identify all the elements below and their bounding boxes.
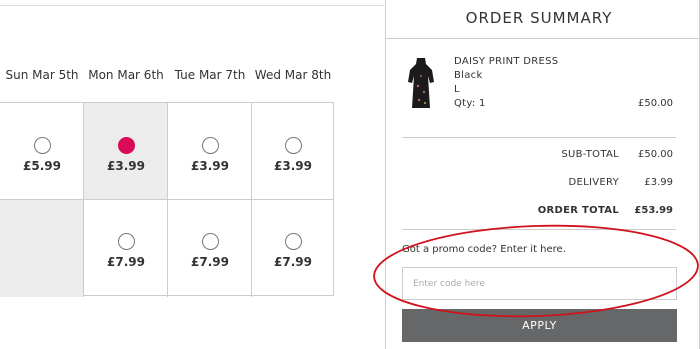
delivery-label: DELIVERY xyxy=(568,177,619,188)
product-name[interactable]: DAISY PRINT DRESS xyxy=(454,56,558,67)
radio-button[interactable] xyxy=(34,137,51,154)
radio-button[interactable] xyxy=(202,233,219,250)
radio-button[interactable] xyxy=(202,137,219,154)
product-quantity: Qty: 1 xyxy=(454,98,486,109)
product-thumbnail-dress[interactable] xyxy=(406,56,436,112)
radio-button[interactable] xyxy=(285,233,302,250)
delivery-slot-sun-2-unavailable xyxy=(0,200,84,297)
order-summary-title: ORDER SUMMARY xyxy=(465,9,613,27)
delivery-slot-sun-1[interactable]: £5.99 xyxy=(0,103,84,200)
delivery-slot-mon-2[interactable]: £7.99 xyxy=(84,200,168,297)
delivery-value: £3.99 xyxy=(644,177,673,188)
delivery-slot-tue-2[interactable]: £7.99 xyxy=(168,200,252,297)
promo-code-label: Got a promo code? Enter it here. xyxy=(402,244,566,255)
delivery-slot-mon-1[interactable]: £3.99 xyxy=(84,103,168,200)
promo-code-input[interactable] xyxy=(402,267,677,300)
top-divider xyxy=(0,5,384,6)
order-total-value: £53.99 xyxy=(634,205,673,216)
slot-price: £7.99 xyxy=(274,255,312,269)
order-total-label: ORDER TOTAL xyxy=(537,205,619,216)
subtotal-value: £50.00 xyxy=(638,149,673,160)
day-header-tue: Tue Mar 7th xyxy=(174,68,246,82)
product-price: £50.00 xyxy=(638,98,673,109)
day-header-sun: Sun Mar 5th xyxy=(5,68,79,82)
slot-price: £5.99 xyxy=(23,159,61,173)
day-header-wed: Wed Mar 8th xyxy=(254,68,332,82)
apply-promo-button[interactable]: APPLY xyxy=(402,309,677,342)
order-summary-panel: ORDER SUMMARY DAISY PRINT DRESS Black L … xyxy=(385,0,700,349)
product-size: L xyxy=(454,84,460,95)
product-color: Black xyxy=(454,70,483,81)
day-header-mon: Mon Mar 6th xyxy=(88,68,164,82)
slot-price: £3.99 xyxy=(274,159,312,173)
slot-price: £3.99 xyxy=(191,159,229,173)
slot-price: £3.99 xyxy=(107,159,145,173)
items-divider xyxy=(402,137,676,138)
delivery-slot-grid: £5.99 £3.99 £3.99 £3.99 £7.99 £7.99 £7.9… xyxy=(0,102,334,297)
totals-divider xyxy=(402,229,676,230)
subtotal-label: SUB-TOTAL xyxy=(561,149,619,160)
slot-price: £7.99 xyxy=(107,255,145,269)
summary-title-divider xyxy=(386,38,700,39)
delivery-slot-tue-1[interactable]: £3.99 xyxy=(168,103,252,200)
slot-price: £7.99 xyxy=(191,255,229,269)
radio-button[interactable] xyxy=(285,137,302,154)
radio-button-selected[interactable] xyxy=(118,137,135,154)
delivery-slot-wed-1[interactable]: £3.99 xyxy=(251,103,334,200)
radio-button[interactable] xyxy=(118,233,135,250)
delivery-slot-wed-2[interactable]: £7.99 xyxy=(251,200,334,297)
